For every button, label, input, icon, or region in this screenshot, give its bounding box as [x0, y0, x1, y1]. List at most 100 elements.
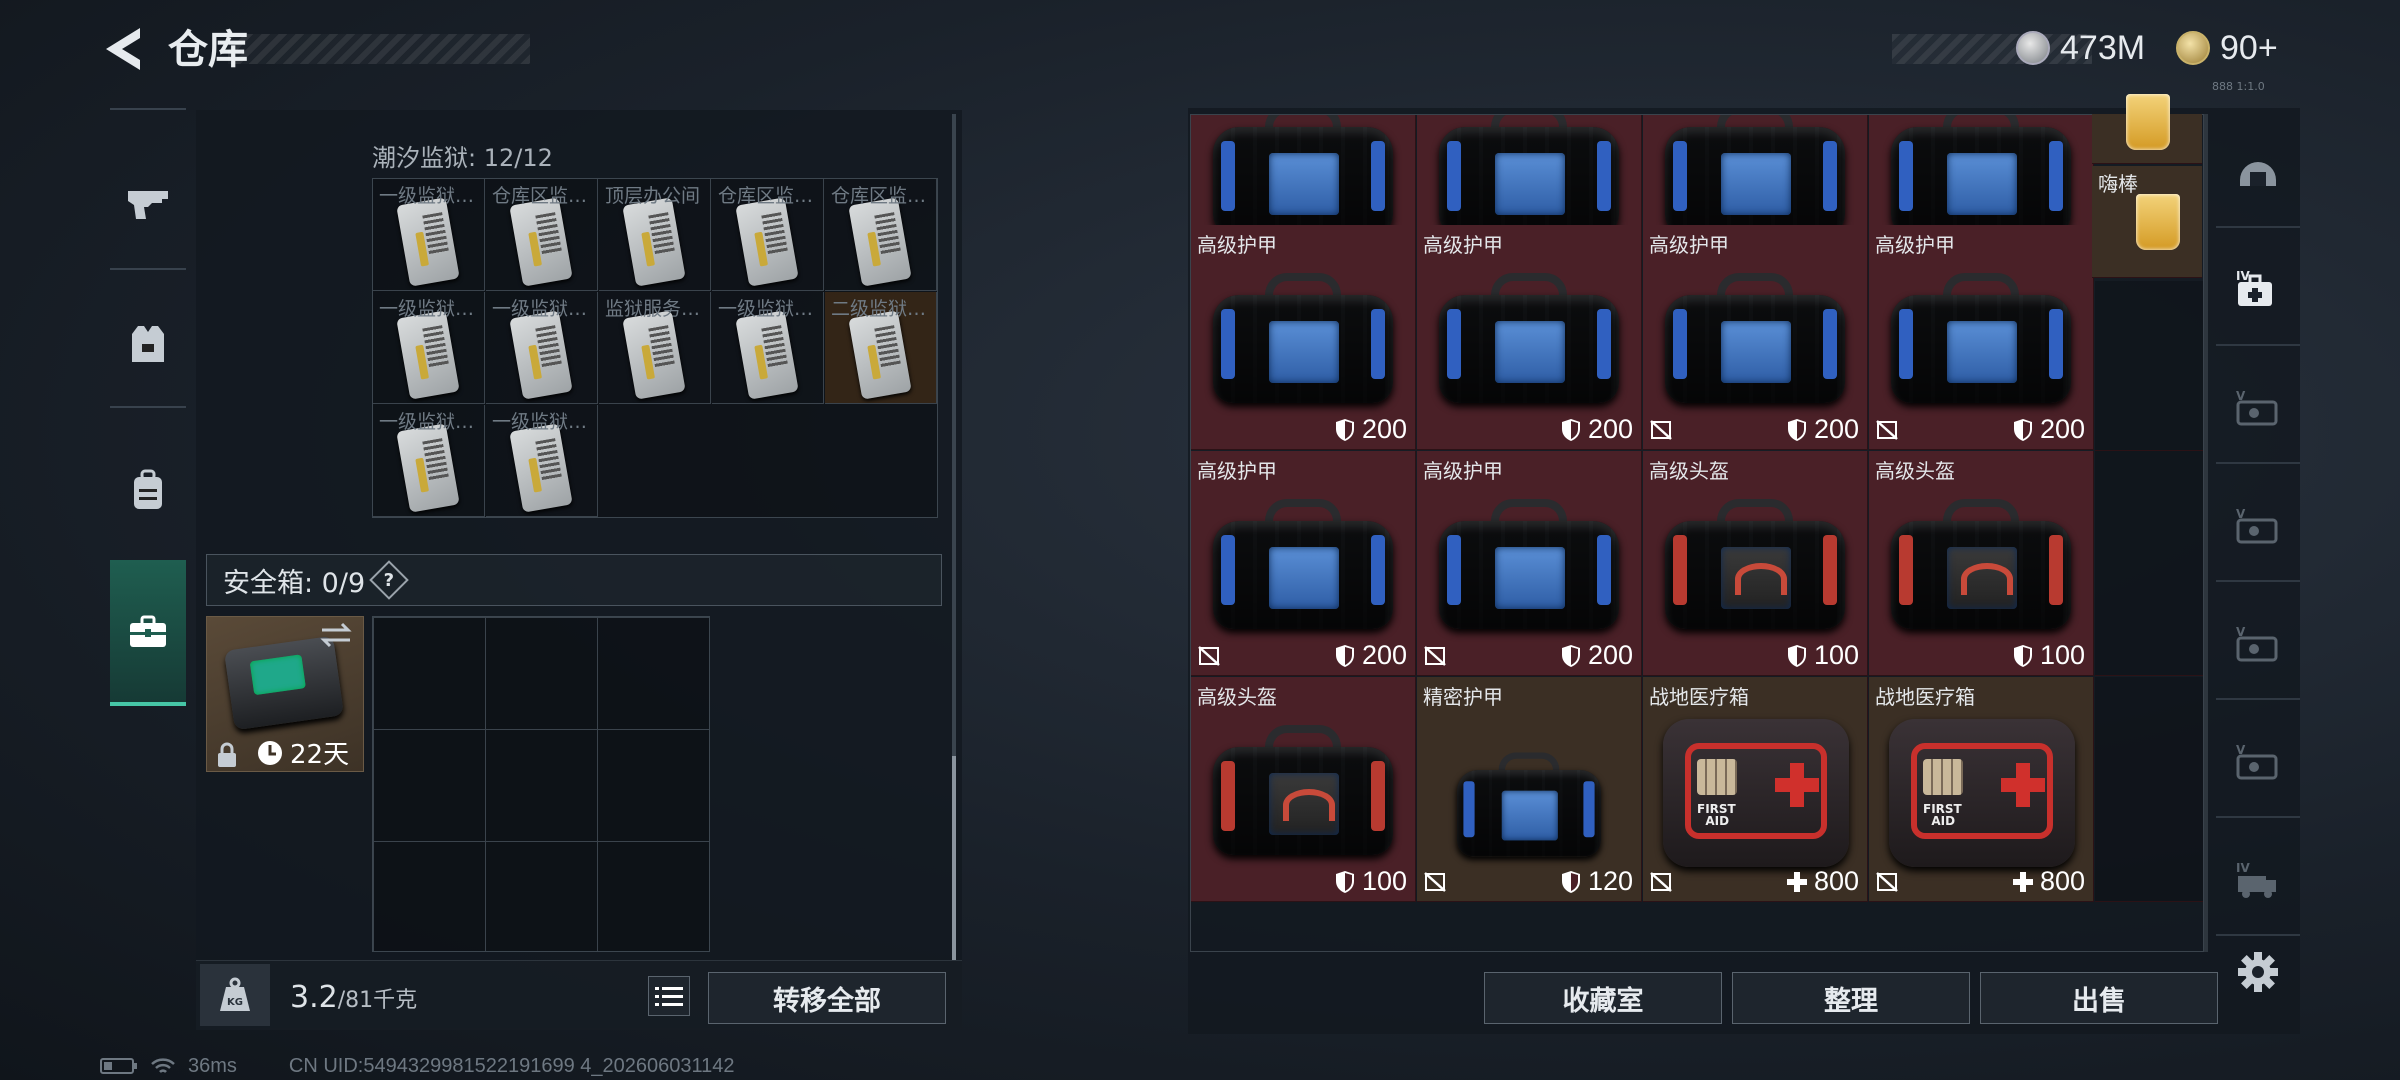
item-name: 高级头盔	[1197, 685, 1277, 709]
item-value: 100	[2012, 640, 2085, 671]
no-durability-badge	[1423, 645, 1447, 667]
clock-icon	[258, 740, 282, 765]
shield-icon	[1561, 870, 1580, 893]
inventory-item[interactable]: 高级护甲 200	[1869, 225, 2094, 450]
no-durability-badge	[1649, 419, 1673, 441]
item-value: 100	[1334, 866, 1407, 897]
right-tab-4[interactable]: V	[2216, 590, 2300, 700]
sell-button[interactable]: 出售	[1980, 972, 2218, 1024]
inventory-item[interactable]: 高级护甲 200	[1417, 451, 1642, 676]
key-card-label: 顶层办公间	[605, 185, 701, 207]
organize-button[interactable]: 整理	[1732, 972, 1970, 1024]
drink-item-top[interactable]	[2092, 94, 2202, 164]
drink-glass-image	[2136, 194, 2180, 250]
item-value: 200	[1786, 414, 1859, 445]
item-value-number: 100	[1361, 866, 1407, 896]
key-card-image	[509, 423, 573, 513]
no-durability-icon	[1424, 872, 1446, 892]
item-name: 高级护甲	[1197, 233, 1277, 257]
case-timer-value: 22天	[290, 740, 350, 770]
inventory-item[interactable]: 高级护甲 200	[1191, 225, 1416, 450]
rail-tab-weapons[interactable]	[100, 158, 196, 250]
key-card-slot[interactable]: 一级监狱…	[373, 405, 485, 517]
key-card-slot[interactable]: 一级监狱…	[486, 292, 598, 404]
collection-room-button[interactable]: 收藏室	[1484, 972, 1722, 1024]
inventory-item[interactable]: 高级护甲 200	[1417, 225, 1642, 450]
key-card-slot[interactable]: 一级监狱…	[373, 179, 485, 291]
no-durability-badge	[1423, 871, 1447, 893]
key-card-icon: V	[2236, 507, 2278, 544]
key-card-slot[interactable]: 一级监狱…	[486, 405, 598, 517]
rail-tab-armor[interactable]	[100, 298, 196, 390]
currency-secondary[interactable]: 90+	[2176, 22, 2278, 74]
key-card-image	[396, 197, 460, 287]
key-card-slot[interactable]: 二级监狱…	[825, 292, 937, 404]
key-card-slot[interactable]: 仓库区监…	[825, 179, 937, 291]
right-tab-1[interactable]: IV	[2216, 236, 2300, 346]
key-card-slot[interactable]: 仓库区监…	[712, 179, 824, 291]
right-tab-5[interactable]: V	[2216, 708, 2300, 818]
left-scrollbar-thumb[interactable]	[952, 756, 956, 960]
inventory-item[interactable]: 高级护甲 200	[1643, 225, 1868, 450]
inventory-empty-slot[interactable]	[2095, 677, 2203, 902]
inventory-empty-slot[interactable]	[2095, 281, 2203, 451]
right-tab-6[interactable]: IV	[2216, 826, 2300, 936]
left-category-rail	[100, 108, 196, 714]
swap-icon[interactable]	[318, 620, 354, 650]
inventory-item[interactable]: 高级头盔 100	[1643, 451, 1868, 676]
no-durability-badge	[1875, 419, 1899, 441]
item-value-number: 100	[1813, 640, 1859, 670]
ping-value: 36ms	[188, 1054, 237, 1077]
right-tab-2[interactable]: V	[2216, 354, 2300, 464]
heal-plus-icon	[1786, 871, 1807, 892]
key-card-slot[interactable]: 一级监狱…	[712, 292, 824, 404]
inventory-item[interactable]: 高级护甲 200	[1191, 451, 1416, 676]
briefcase-icon	[130, 615, 166, 647]
medkit-image: FIRST AID	[1889, 719, 2075, 867]
rail-tab-safe-box-icon-wrap[interactable]	[100, 586, 196, 678]
back-button[interactable]	[100, 24, 146, 74]
key-card-icon: V	[2236, 743, 2278, 780]
item-name: 高级护甲	[1649, 233, 1729, 257]
item-name: 高级护甲	[1423, 459, 1503, 483]
right-tab-0[interactable]	[2216, 118, 2300, 228]
inventory-item[interactable]: FIRST AID 战地医疗箱 800	[1869, 677, 2094, 902]
inventory-item[interactable]: FIRST AID 战地医疗箱 800	[1643, 677, 1868, 902]
transfer-all-button[interactable]: 转移全部	[708, 972, 946, 1024]
item-value: 200	[1334, 640, 1407, 671]
help-icon[interactable]: ?	[369, 560, 409, 600]
weight-current: 3.2	[290, 980, 338, 1015]
svg-text:IV: IV	[2236, 269, 2250, 283]
right-category-tabs: IV V V V V IV	[2216, 108, 2300, 1034]
rail-tab-backpack[interactable]	[100, 444, 196, 536]
item-value-number: 100	[2039, 640, 2085, 670]
medkit-image: FIRST AID	[1663, 719, 1849, 867]
list-view-button[interactable]	[648, 976, 690, 1016]
key-card-slot[interactable]: 顶层办公间	[599, 179, 711, 291]
inventory-item[interactable]: 精密护甲 120	[1417, 677, 1642, 902]
inventory-scrollbar[interactable]	[2204, 114, 2208, 952]
item-name: 战地医疗箱	[1875, 685, 1975, 709]
gear-icon[interactable]	[2236, 950, 2280, 994]
inventory-empty-slot[interactable]	[2095, 451, 2203, 676]
status-bar: 36ms CN UID:5494329981522191699 4_202606…	[100, 1054, 746, 1078]
back-arrow-icon	[106, 28, 140, 70]
no-durability-icon	[1876, 420, 1898, 440]
shield-icon	[1787, 644, 1806, 667]
safe-box-grid[interactable]	[372, 616, 710, 952]
item-value-number: 120	[1587, 866, 1633, 896]
item-value-number: 800	[2039, 866, 2085, 896]
right-tab-3[interactable]: V	[2216, 472, 2300, 582]
svg-text:V: V	[2236, 389, 2246, 403]
inventory-item[interactable]: 高级头盔 100	[1191, 677, 1416, 902]
key-card-label: 一级监狱…	[718, 298, 814, 320]
key-card-label: 仓库区监…	[718, 185, 814, 207]
inventory-item[interactable]: 高级头盔 100	[1869, 451, 2094, 676]
key-card-image	[396, 423, 460, 513]
key-card-slot[interactable]: 监狱服务…	[599, 292, 711, 404]
armor-bag-image	[1207, 265, 1399, 415]
key-card-label: 仓库区监…	[831, 185, 927, 207]
shield-icon	[1335, 870, 1354, 893]
key-card-slot[interactable]: 仓库区监…	[486, 179, 598, 291]
key-card-slot[interactable]: 一级监狱…	[373, 292, 485, 404]
